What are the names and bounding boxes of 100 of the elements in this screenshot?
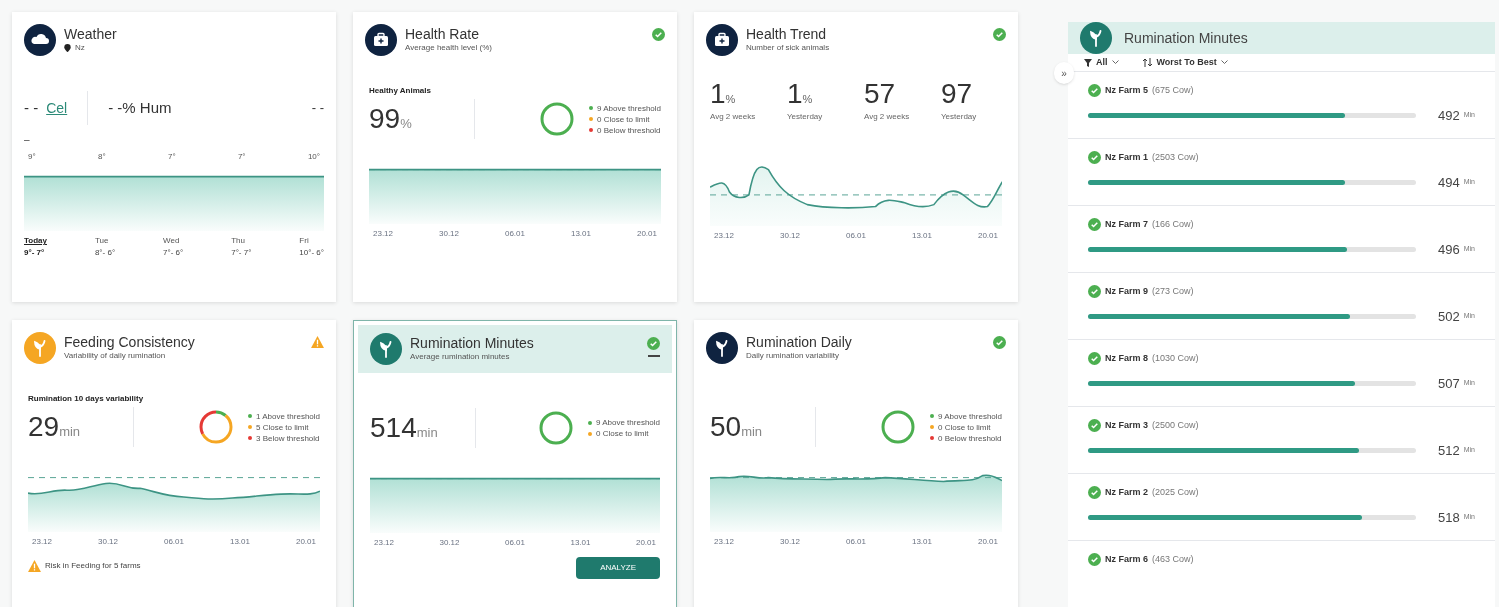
temperature-range: 8°- 6°	[94, 247, 116, 259]
stat-value: 97	[941, 80, 973, 108]
metric-value: 99	[369, 104, 401, 133]
day-label[interactable]: Thu	[231, 235, 252, 247]
day-label[interactable]: Today	[24, 235, 47, 247]
axis-label: 13.01	[911, 536, 932, 548]
legend-text: 9 Above threshold	[937, 410, 1002, 422]
axis-label: 23.12	[32, 536, 53, 548]
card-subtitle: Number of sick animals	[746, 42, 830, 54]
farm-name: Nz Farm 5	[1105, 84, 1148, 97]
cow-count: (166 Cow)	[1152, 218, 1194, 231]
temperature-range: 10°- 6°	[299, 247, 324, 259]
sort-icon	[1142, 58, 1153, 67]
stat-label: Yesterday	[787, 112, 824, 122]
axis-label: 20.01	[295, 536, 316, 548]
collapse-button[interactable]: »	[1054, 62, 1074, 84]
check-circle-icon	[1088, 486, 1101, 500]
legend-text: 0 Close to limit	[937, 421, 991, 433]
legend-text: 1 Above threshold	[255, 410, 320, 422]
cow-count: (463 Cow)	[1152, 553, 1194, 566]
card-subtitle: Daily rumination variability	[746, 350, 839, 362]
check-circle-icon	[1088, 84, 1101, 98]
panel-title: Rumination Minutes	[1124, 28, 1248, 48]
minutes-value: 492	[1437, 106, 1460, 125]
stat-value: 1	[787, 80, 803, 108]
axis-label: 23.12	[373, 228, 394, 240]
temperature-label: 8°	[97, 151, 106, 163]
day-label[interactable]: Wed	[163, 235, 184, 247]
check-circle-icon	[1088, 285, 1101, 299]
check-circle-icon	[1088, 419, 1101, 433]
legend-text: 9 Above threshold	[595, 417, 660, 428]
metric-label: Rumination 10 days variability	[28, 394, 144, 403]
legend-text: 9 Above threshold	[596, 102, 661, 114]
check-circle-icon	[1088, 553, 1101, 567]
legend-text: 0 Close to limit	[596, 113, 650, 125]
temperature-range: 9°- 7°	[24, 247, 46, 259]
metric-unit: min	[59, 422, 81, 441]
farm-name: Nz Farm 1	[1105, 151, 1148, 164]
farm-name: Nz Farm 9	[1105, 285, 1148, 298]
card-subtitle: Variability of daily rumination	[64, 350, 166, 362]
axis-label: 30.12	[780, 536, 800, 548]
metric-unit: %	[400, 115, 412, 133]
cow-count: (1030 Cow)	[1152, 352, 1199, 365]
cow-count: (675 Cow)	[1152, 84, 1194, 97]
cow-count: (273 Cow)	[1152, 285, 1194, 298]
day-label[interactable]: Fri	[299, 235, 324, 247]
card-title: Rumination Minutes	[410, 335, 535, 351]
card-title: Feeding Consistency	[64, 334, 196, 350]
minutes-value: 518	[1437, 508, 1460, 527]
stat-unit: %	[725, 93, 736, 107]
minimize-icon[interactable]	[647, 354, 660, 358]
legend-text: 3 Below threshold	[255, 432, 320, 444]
dash-text: –	[24, 133, 30, 147]
stat-value: 57	[864, 80, 896, 108]
card-subtitle: Nz	[75, 42, 85, 54]
chevron-down-icon	[1111, 60, 1119, 65]
farm-name: Nz Farm 6	[1105, 553, 1148, 566]
filter-dropdown[interactable]: Worst To Best	[1142, 55, 1228, 70]
axis-label: 30.12	[98, 536, 118, 548]
dashboard-card[interactable]: Rumination Minutes Average rumination minutes 514min 9 Above threshold 0 Close to limit 23.12 30.12 06.01 13.01 20.01 ANALYZE	[353, 320, 677, 607]
cow-count: (2500 Cow)	[1152, 419, 1199, 432]
axis-label: 13.01	[570, 537, 591, 549]
axis-label: 20.01	[977, 230, 998, 242]
axis-label: 13.01	[229, 536, 250, 548]
farm-name: Nz Farm 3	[1105, 419, 1148, 432]
dashboard-card[interactable]: Health Rate Average health level (%) Healthy Animals 99% 9 Above threshold 0 Close to limit 0 Below threshold 23.12 30.12 06.01 13.01 20.01	[353, 12, 677, 302]
axis-label: 23.12	[374, 537, 395, 549]
filter-dropdown[interactable]: All	[1084, 55, 1119, 70]
axis-label: 30.12	[439, 228, 459, 240]
card-subtitle: Average health level (%)	[405, 42, 492, 54]
temperature-label: 9°	[28, 151, 36, 163]
card-title: Rumination Daily	[746, 334, 853, 350]
metric-value: 50	[710, 412, 742, 441]
legend-text: 0 Below threshold	[937, 432, 1002, 444]
card-title: Health Rate	[405, 26, 480, 42]
check-circle-icon	[1088, 218, 1101, 232]
axis-label: 13.01	[570, 228, 591, 240]
analyze-button[interactable]: ANALYZE	[576, 557, 660, 579]
stat-label: Yesterday	[941, 112, 978, 122]
location-pin-icon	[64, 44, 71, 52]
axis-label: 06.01	[163, 536, 184, 548]
humidity-value: - -% Hum	[108, 97, 172, 118]
metric-value: 29	[28, 412, 60, 441]
metric-label: Healthy Animals	[369, 86, 431, 95]
metric-value: 514	[370, 413, 417, 442]
dashboard-card[interactable]: Health Trend Number of sick animals 1% Avg 2 weeks 1% Yesterday 57 Avg 2 weeks 97 Yesterday 23.12 30.12 06.01 13.01 20.01	[694, 12, 1018, 302]
temperature-label: 7°	[237, 151, 246, 163]
dashboard-card[interactable]: Feeding Consistency Variability of daily rumination Rumination 10 days variability 29min 1 Above threshold 5 Close to limit 3 Below threshold 23.12 30.12 06.01 13.01 20.01 Risk in Feeding for 5 farms	[12, 320, 336, 607]
metric-unit: min	[741, 422, 763, 441]
dashboard-card[interactable]: Rumination Daily Daily rumination variability 50min 9 Above threshold 0 Close to limit 0 Below threshold 23.12 30.12 06.01 13.01 20.01	[694, 320, 1018, 607]
stat-label: Avg 2 weeks	[864, 112, 911, 122]
day-label[interactable]: Tue	[94, 235, 116, 247]
dashboard-card[interactable]: Weather Nz - - Cel - -% Hum - - – 9° 8° 7° 7° 10° Today 9°- 7° Tue 8°- 6° Wed 7°- 6° Thu 7°- 7° Fri 10°- 6°	[12, 12, 336, 302]
card-title: Weather	[64, 26, 118, 42]
farm-name: Nz Farm 8	[1105, 352, 1148, 365]
legend-text: 0 Close to limit	[595, 428, 649, 439]
farm-row[interactable]: Nz Farm 6 (463 Cow)	[1068, 540, 1495, 607]
temperature-range: 7°- 7°	[231, 247, 252, 259]
unit-link[interactable]: Cel	[46, 97, 68, 119]
stat-unit: %	[802, 93, 813, 107]
